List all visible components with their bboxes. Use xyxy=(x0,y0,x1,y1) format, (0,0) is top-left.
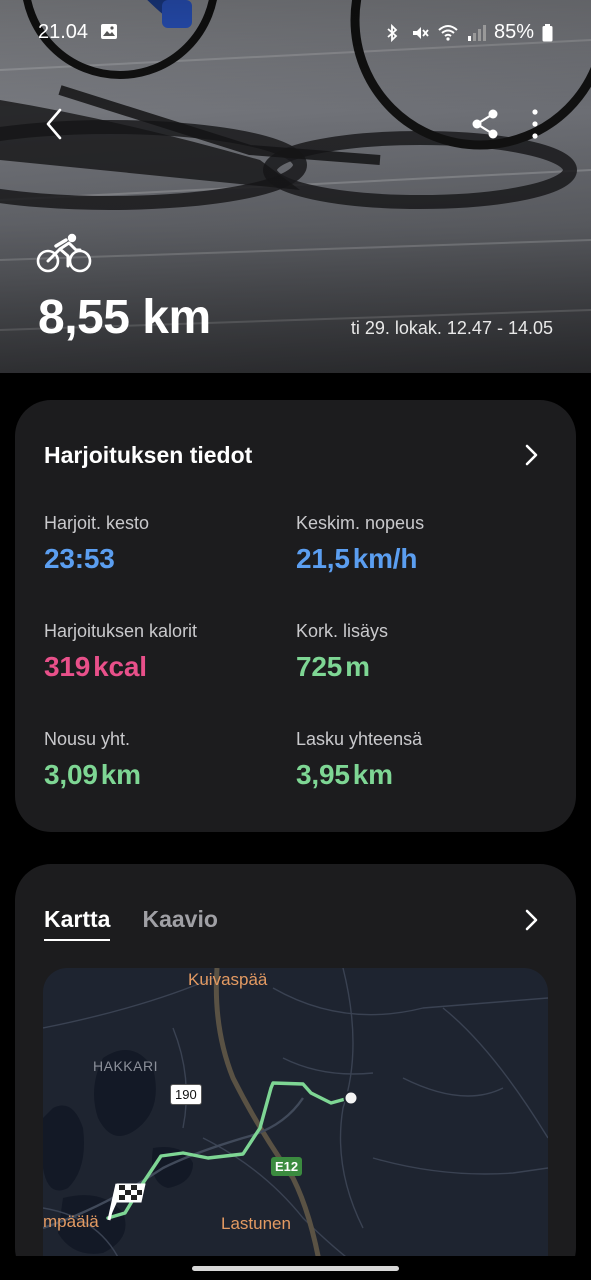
metric-label: Harjoit. kesto xyxy=(44,513,150,533)
tab-map[interactable]: Kartta xyxy=(44,906,111,941)
map-label-kuivaspaa: Kuivaspää xyxy=(188,970,268,989)
metric-value: 319 kcal xyxy=(44,651,147,682)
metric-duration: Harjoit. kesto 23:53 xyxy=(44,513,284,575)
distance-value: 8,55 km xyxy=(38,291,211,344)
metric-label: Kork. lisäys xyxy=(296,621,389,641)
map-label-mpaala: mpäälä xyxy=(43,1212,99,1231)
metric-label: Lasku yhteensä xyxy=(296,729,423,749)
metric-avg-speed: Keskim. nopeus 21,5 km/h xyxy=(296,513,536,575)
battery-percent: 85% xyxy=(493,21,534,43)
workout-datetime: ti 29. lokak. 12.47 - 14.05 xyxy=(350,318,553,338)
wifi-icon xyxy=(438,24,458,41)
route-map[interactable]: Kuivaspää HAKKARI Lastunen mpäälä 190 E1… xyxy=(43,968,548,1280)
image-icon xyxy=(101,24,117,39)
metric-total-descent: Lasku yhteensä 3,95 km xyxy=(296,729,536,791)
tab-chart[interactable]: Kaavio xyxy=(142,906,217,941)
workout-details-card[interactable]: Harjoituksen tiedot Harjoit. kesto 23:53… xyxy=(15,400,576,832)
map-tabs: Kartta Kaavio xyxy=(44,906,218,941)
battery-icon xyxy=(542,23,553,41)
metric-value: 3,95 km xyxy=(296,759,393,790)
map-label-hakkari: HAKKARI xyxy=(93,1058,158,1074)
home-indicator[interactable] xyxy=(192,1266,399,1271)
map-label-lastunen: Lastunen xyxy=(221,1214,291,1233)
road-badge-e12: E12 xyxy=(271,1157,303,1176)
map-canvas xyxy=(43,968,548,1280)
metric-total-ascent: Nousu yht. 3,09 km xyxy=(44,729,284,791)
mute-icon xyxy=(412,26,429,39)
status-bar: 21.04 85% xyxy=(0,18,591,48)
status-time: 21.04 xyxy=(38,21,89,43)
back-arrow-icon[interactable] xyxy=(38,104,74,144)
hero-banner: 21.04 85% 8,55 km ti 29. lokak. 12.47 - … xyxy=(0,0,591,373)
metric-value: 21,5 km/h xyxy=(296,543,418,574)
metric-max-elevation: Kork. lisäys 725 m xyxy=(296,621,536,683)
bicycle-icon xyxy=(36,233,92,273)
metric-label: Nousu yht. xyxy=(44,729,131,749)
chevron-right-icon[interactable] xyxy=(520,907,542,933)
metric-label: Keskim. nopeus xyxy=(296,513,425,533)
signal-icon xyxy=(467,24,486,41)
map-card: Kartta Kaavio Kuivaspää HAKKARI Lastunen… xyxy=(15,864,576,1280)
metric-value: 3,09 km xyxy=(44,759,141,790)
share-icon[interactable] xyxy=(468,106,502,142)
metric-calories: Harjoituksen kalorit 319 kcal xyxy=(44,621,284,683)
bluetooth-icon xyxy=(387,23,398,42)
metric-label: Harjoituksen kalorit xyxy=(44,621,198,641)
status-right-group: 85% xyxy=(382,21,553,44)
card-title: Harjoituksen tiedot xyxy=(44,442,253,468)
chevron-right-icon[interactable] xyxy=(520,442,542,468)
metric-value: 725 m xyxy=(296,651,370,682)
metric-value: 23:53 xyxy=(44,543,115,574)
more-vertical-icon[interactable] xyxy=(522,106,548,142)
road-badge-190: 190 xyxy=(170,1084,202,1105)
